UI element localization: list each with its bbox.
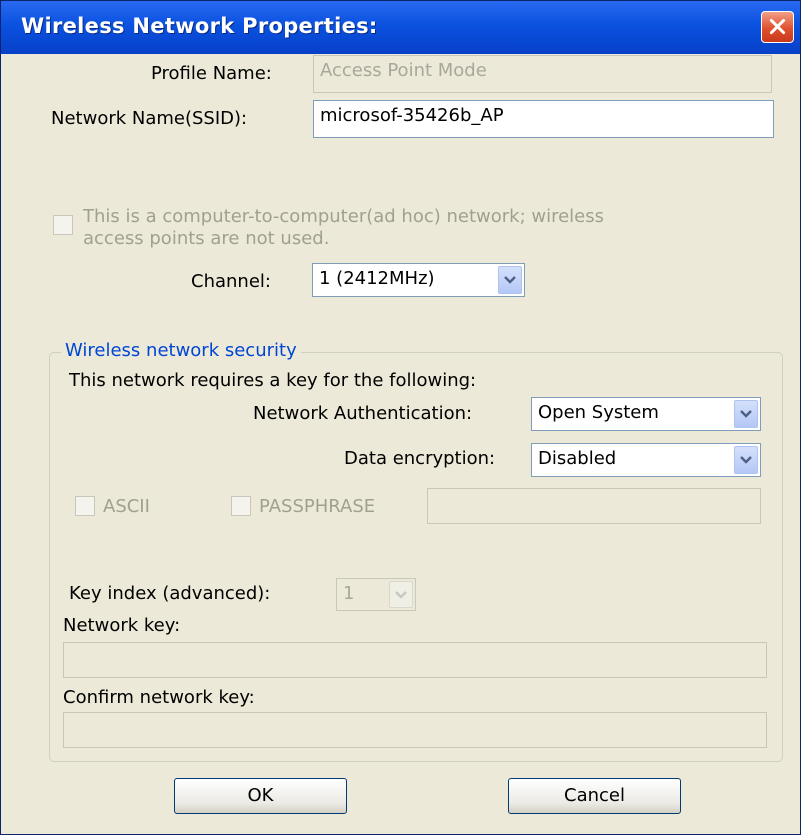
chevron-down-icon	[740, 456, 752, 464]
requires-key-text: This network requires a key for the foll…	[69, 370, 477, 391]
channel-dropdown-button[interactable]	[498, 266, 522, 294]
network-key-input[interactable]	[63, 642, 767, 678]
network-auth-label: Network Authentication:	[253, 403, 473, 424]
network-auth-dropdown-button[interactable]	[734, 400, 758, 428]
data-encryption-dropdown-button[interactable]	[734, 446, 758, 474]
key-index-select[interactable]: 1	[336, 578, 416, 611]
passphrase-checkbox[interactable]	[231, 496, 251, 516]
network-auth-select[interactable]: Open System	[531, 397, 761, 431]
cancel-button[interactable]: Cancel	[508, 778, 681, 814]
channel-select[interactable]: 1 (2412MHz)	[312, 263, 525, 297]
profile-name-value: Access Point Mode	[320, 60, 487, 81]
chevron-down-icon	[740, 410, 752, 418]
passphrase-label: PASSPHRASE	[259, 496, 376, 517]
channel-label: Channel:	[191, 271, 271, 292]
network-auth-value: Open System	[538, 402, 659, 423]
wireless-network-properties-dialog: Wireless Network Properties: Profile Nam…	[0, 0, 801, 835]
adhoc-label-line1: This is a computer-to-computer(ad hoc) n…	[83, 206, 604, 227]
network-key-label: Network key:	[63, 615, 181, 636]
ascii-label: ASCII	[103, 496, 150, 517]
close-icon	[769, 18, 786, 35]
confirm-network-key-input[interactable]	[63, 712, 767, 748]
key-index-label: Key index (advanced):	[69, 583, 271, 604]
data-encryption-value: Disabled	[538, 448, 617, 469]
key-index-dropdown-button[interactable]	[389, 581, 413, 608]
ssid-label: Network Name(SSID):	[51, 108, 248, 129]
close-button[interactable]	[761, 11, 794, 43]
data-encryption-label: Data encryption:	[344, 448, 496, 469]
ssid-value: microsof-35426b_AP	[320, 105, 504, 126]
ssid-input[interactable]: microsof-35426b_AP	[313, 100, 774, 138]
profile-name-input: Access Point Mode	[313, 55, 772, 93]
title-bar[interactable]: Wireless Network Properties:	[1, 1, 800, 54]
window-title: Wireless Network Properties:	[21, 14, 378, 38]
data-encryption-select[interactable]: Disabled	[531, 443, 761, 477]
passphrase-input[interactable]	[427, 488, 761, 524]
ok-button[interactable]: OK	[174, 778, 347, 814]
adhoc-checkbox[interactable]	[53, 215, 73, 235]
security-legend: Wireless network security	[61, 340, 301, 361]
chevron-down-icon	[395, 590, 407, 599]
ascii-checkbox[interactable]	[75, 496, 95, 516]
profile-name-label: Profile Name:	[151, 63, 272, 84]
channel-value: 1 (2412MHz)	[319, 268, 435, 289]
adhoc-label-line2: access points are not used.	[83, 228, 330, 249]
confirm-network-key-label: Confirm network key:	[63, 687, 255, 708]
key-index-value: 1	[343, 583, 355, 604]
chevron-down-icon	[504, 276, 516, 284]
